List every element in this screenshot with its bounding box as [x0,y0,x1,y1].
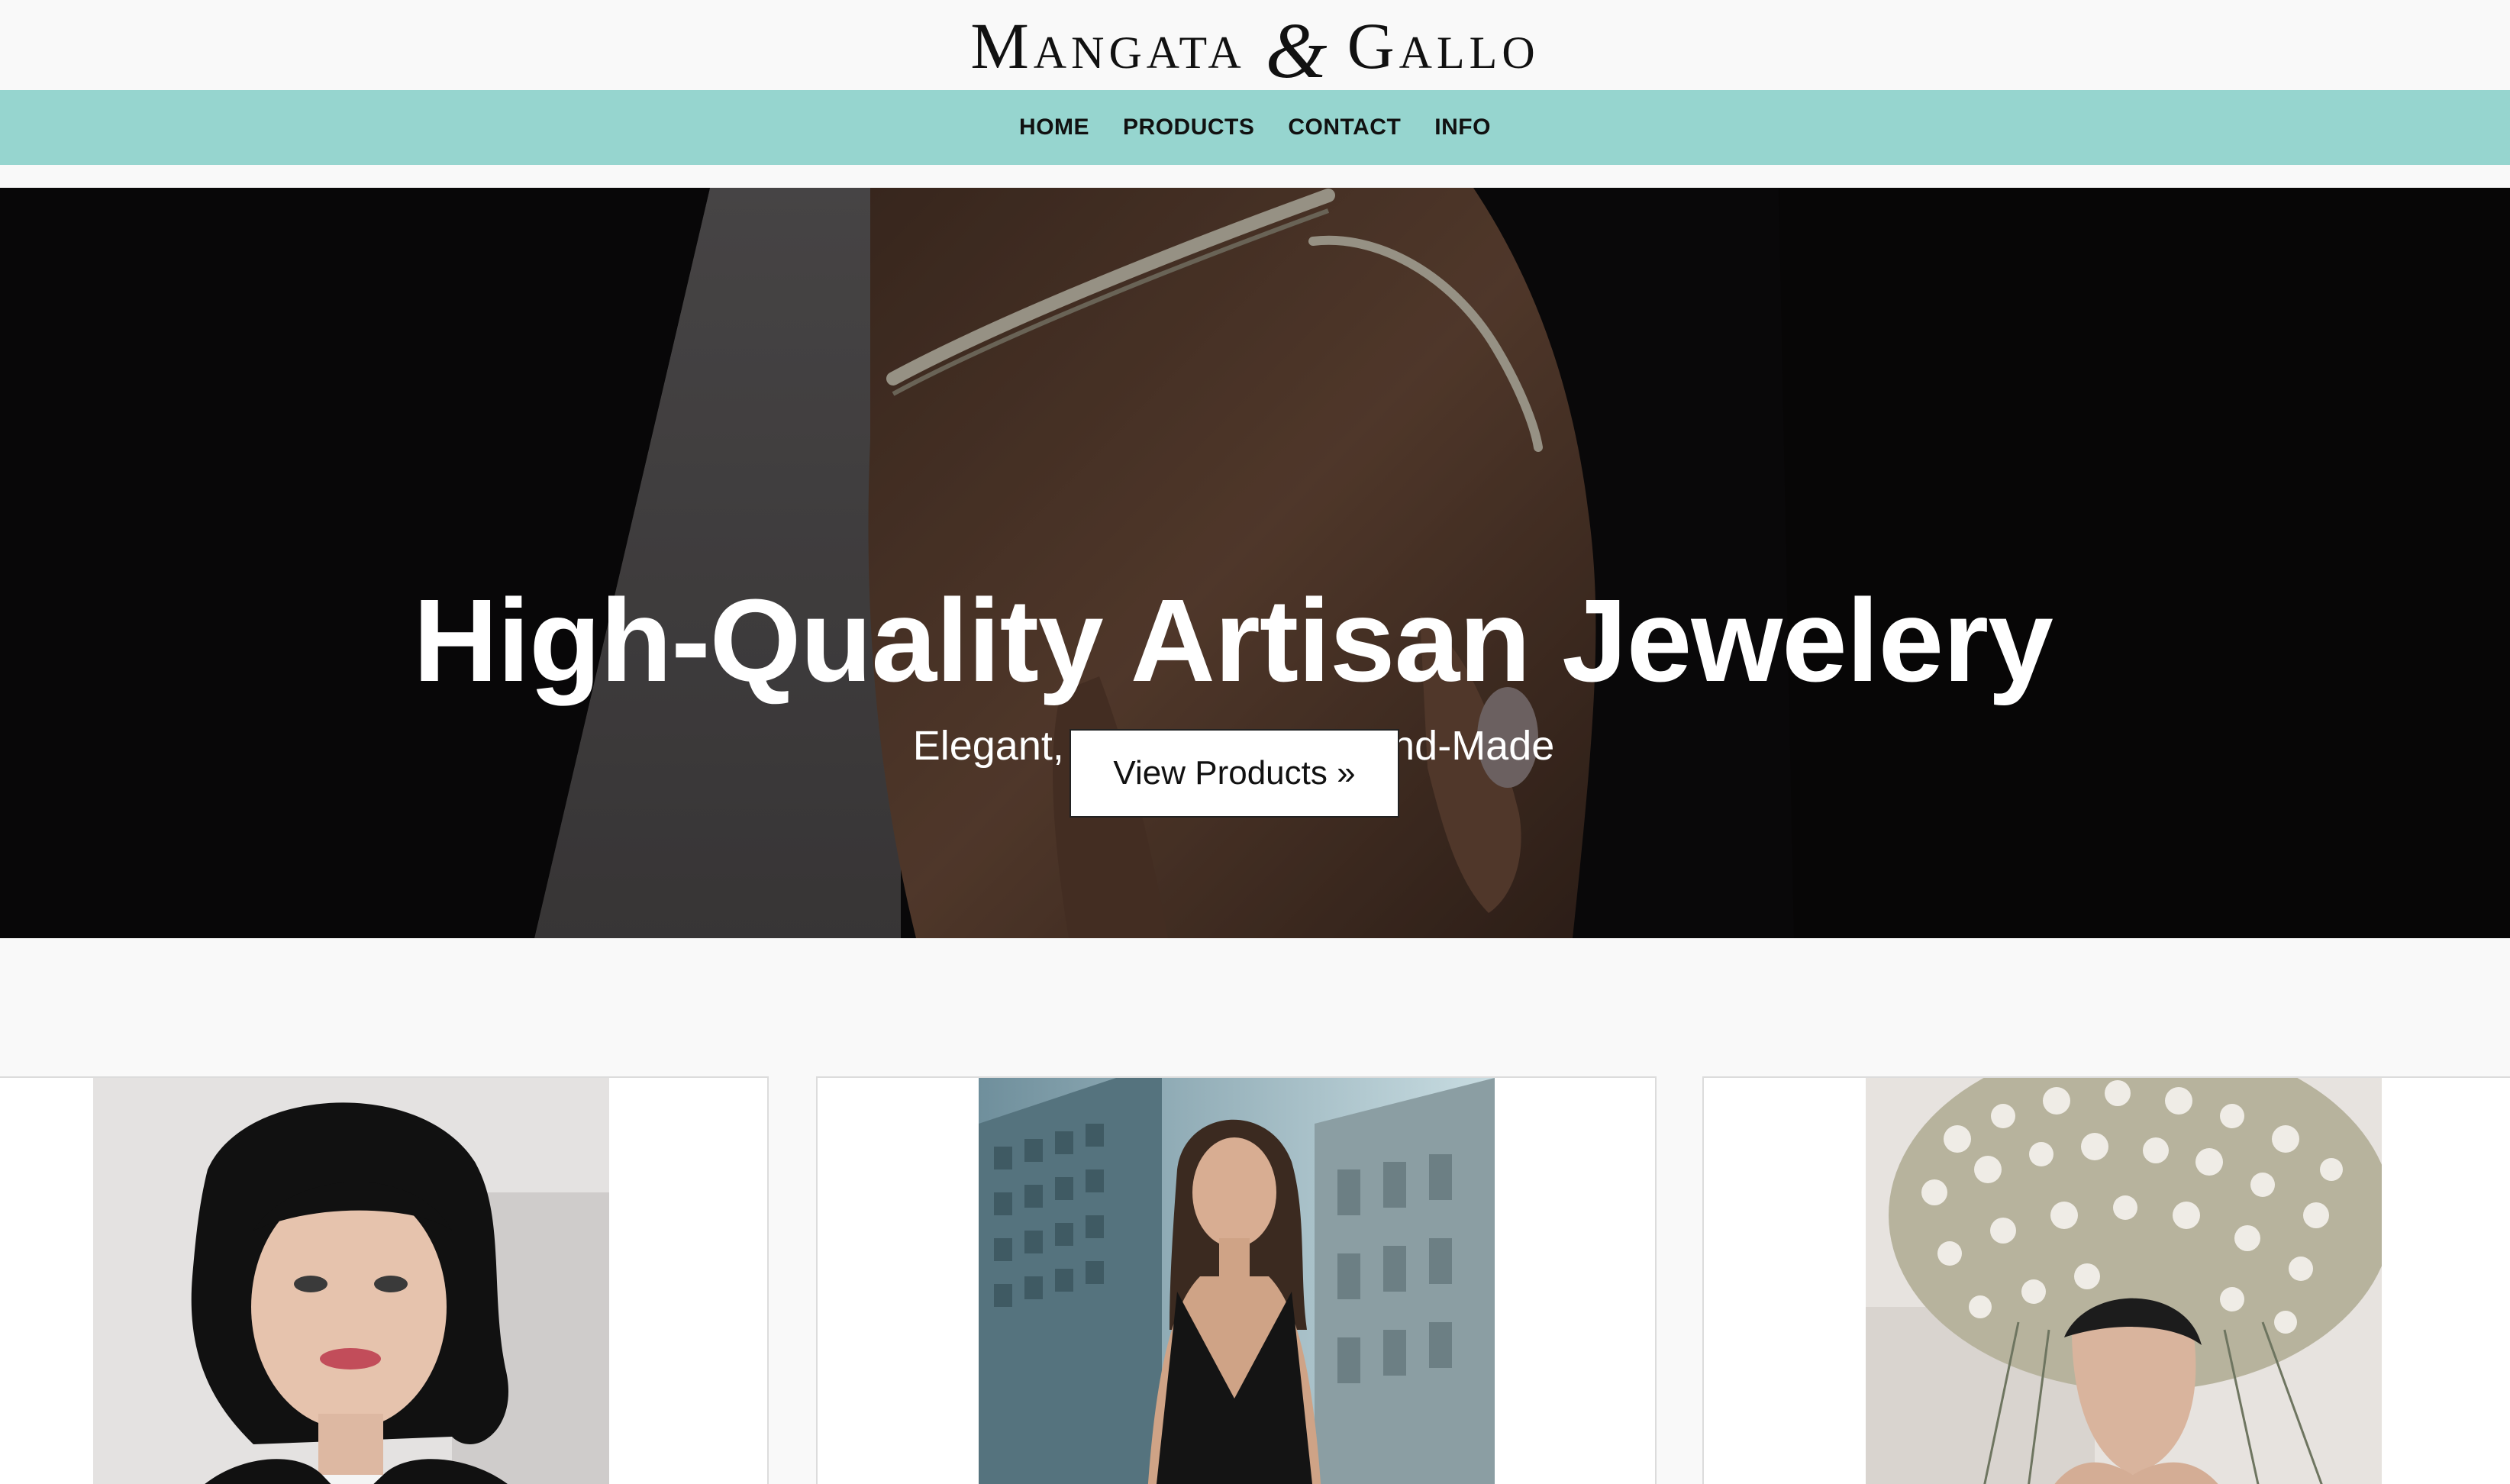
brand-logo[interactable]: Mangata & Gallo [970,2,1540,91]
hero-image [0,188,2510,938]
product-card-3[interactable] [1702,1076,2510,1484]
nav-products[interactable]: PRODUCTS [1123,115,1254,140]
product-image-2[interactable] [979,1078,1495,1484]
logo-ampersand: & [1265,7,1328,95]
logo-word-mangata: Mangata [970,9,1246,82]
nav-contact[interactable]: CONTACT [1288,115,1401,140]
product-image-1[interactable] [93,1078,609,1484]
product-card-2[interactable] [816,1076,1657,1484]
header: Mangata & Gallo [0,0,2510,91]
product-image-3[interactable] [1866,1078,2382,1484]
logo-word-gallo: Gallo [1347,9,1540,82]
nav-info[interactable]: INFO [1434,115,1491,140]
main-nav: HOME PRODUCTS CONTACT INFO [0,90,2510,165]
view-products-button[interactable]: View Products » [1069,729,1399,818]
nav-home[interactable]: HOME [1019,115,1089,140]
product-card-1[interactable] [0,1076,769,1484]
hero-title: High-Quality Artisan Jewelery [413,575,2053,706]
page: Mangata & Gallo HOME PRODUCTS CONTACT IN… [0,0,2510,1484]
hero-banner: High-Quality Artisan Jewelery Elegant, B… [0,188,2510,938]
